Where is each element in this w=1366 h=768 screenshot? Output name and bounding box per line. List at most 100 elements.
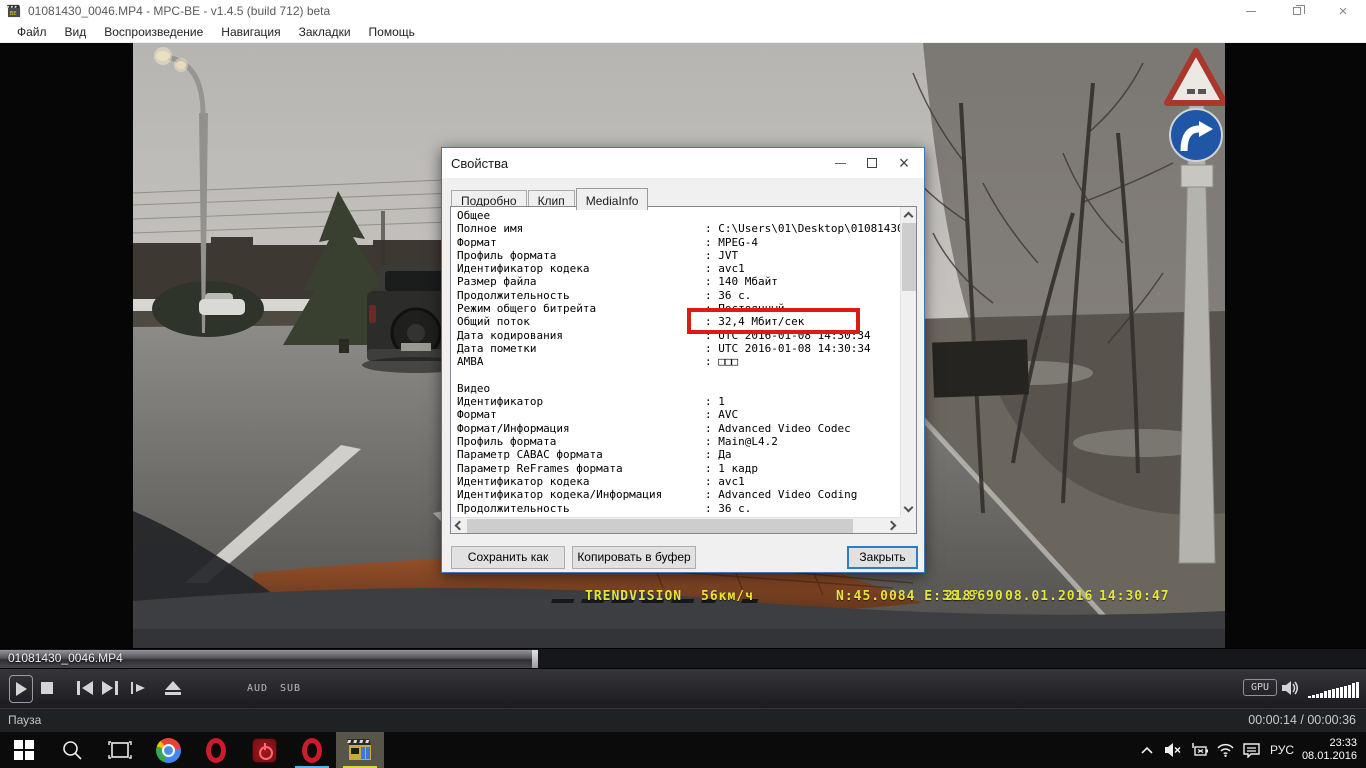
start-button[interactable] — [0, 732, 48, 768]
vertical-scroll-thumb[interactable] — [902, 223, 916, 291]
window-titlebar: BE 01081430_0046.MP4 - MPC-BE - v1.4.5 (… — [0, 0, 1366, 22]
mediainfo-value: : Main@L4.2 — [705, 435, 778, 448]
window-restore-button[interactable] — [1274, 0, 1320, 22]
horizontal-scrollbar[interactable] — [451, 517, 900, 533]
save-as-button[interactable]: Сохранить как — [451, 546, 565, 569]
minimize-icon — [835, 163, 846, 164]
stop-button[interactable] — [41, 682, 53, 694]
frame-step-button[interactable] — [131, 682, 147, 694]
taskbar-opera-2-icon[interactable] — [288, 732, 336, 768]
window-minimize-button[interactable] — [1228, 0, 1274, 22]
scroll-up-icon[interactable] — [904, 212, 914, 222]
seek-thumb[interactable] — [532, 650, 538, 668]
volume-bar[interactable] — [1352, 683, 1355, 698]
play-button[interactable] — [9, 675, 33, 703]
tray-chevron-button[interactable] — [1134, 732, 1160, 768]
dialog-minimize-button[interactable] — [824, 150, 856, 176]
task-view-button[interactable] — [96, 732, 144, 768]
menu-item-2[interactable]: Воспроизведение — [95, 22, 212, 43]
language-indicator[interactable]: РУС — [1264, 743, 1300, 757]
taskbar-search-button[interactable] — [48, 732, 96, 768]
vertical-scrollbar[interactable] — [900, 207, 916, 517]
scroll-down-icon[interactable] — [904, 503, 914, 513]
clock-time: 23:33 — [1300, 737, 1357, 750]
gpu-badge: GPU — [1243, 679, 1277, 696]
volume-bar[interactable] — [1320, 693, 1323, 698]
taskbar-opera-icon[interactable] — [192, 732, 240, 768]
mediainfo-row: Дата пометки: UTC 2016-01-08 14:30:34 — [457, 342, 900, 355]
taskbar-power-app-icon[interactable] — [240, 732, 288, 768]
mediainfo-row: Идентификатор кодека: avc1 — [457, 475, 900, 488]
mediainfo-label: Режим общего битрейта — [457, 302, 705, 315]
mediainfo-row: Продолжительность: 36 с. — [457, 502, 900, 515]
next-button[interactable] — [102, 681, 118, 695]
menu-item-4[interactable]: Закладки — [290, 22, 360, 43]
chevron-up-icon — [1140, 745, 1154, 755]
taskbar-mpc-be-icon[interactable] — [336, 732, 384, 768]
osd-date: 08.01.2016 — [1005, 589, 1093, 604]
mediainfo-row: Размер файла: 140 Мбайт — [457, 275, 900, 288]
mediainfo-row: Идентификатор: 1 — [457, 395, 900, 408]
copy-to-clipboard-button[interactable]: Копировать в буфер — [572, 546, 696, 569]
seekbar-filename: 01081430_0046.MP4 — [8, 651, 123, 665]
close-dialog-button[interactable]: Закрыть — [847, 546, 918, 569]
previous-button[interactable] — [77, 681, 93, 695]
volume-bar[interactable] — [1340, 687, 1343, 698]
volume-bar[interactable] — [1316, 694, 1319, 698]
tray-network-button[interactable] — [1212, 732, 1238, 768]
skip-previous-icon — [77, 681, 93, 695]
volume-bar[interactable] — [1348, 685, 1351, 699]
audio-track-button[interactable]: AUD — [247, 683, 268, 694]
window-close-button[interactable]: × — [1320, 0, 1366, 22]
tray-clock[interactable]: 23:33 08.01.2016 — [1300, 737, 1366, 763]
volume-bars[interactable] — [1308, 679, 1360, 698]
dialog-close-button[interactable]: × — [888, 150, 920, 176]
mediainfo-row: Идентификатор кодека/Информация: Advance… — [457, 488, 900, 501]
subtitle-track-button[interactable]: SUB — [280, 683, 301, 694]
mediainfo-row: AMBA: □□□ — [457, 355, 900, 368]
volume-bar[interactable] — [1312, 695, 1315, 698]
mediainfo-label: Профиль формата — [457, 249, 705, 262]
mediainfo-label: AMBA — [457, 355, 705, 368]
mediainfo-row: Параметр CABAC формата: Да — [457, 448, 900, 461]
volume-bar[interactable] — [1308, 696, 1311, 698]
stop-icon — [41, 682, 53, 694]
mediainfo-value: : 36 с. — [705, 289, 751, 302]
menu-item-0[interactable]: Файл — [8, 22, 56, 43]
mediainfo-value: : Advanced Video Codec — [705, 422, 851, 435]
svg-text:BE: BE — [10, 11, 17, 17]
tab-mediainfo[interactable]: MediaInfo — [576, 188, 649, 210]
taskbar-chrome-icon[interactable] — [144, 732, 192, 768]
mediainfo-label: Полное имя — [457, 222, 705, 235]
volume-bar[interactable] — [1324, 691, 1327, 698]
properties-dialog: Свойства × Подробно Клип MediaInfo Общее… — [441, 147, 925, 573]
volume-bar[interactable] — [1328, 690, 1331, 698]
mediainfo-label — [457, 369, 705, 382]
volume-bar[interactable] — [1336, 688, 1339, 698]
dialog-titlebar: Свойства × — [442, 148, 924, 178]
frame-step-icon — [131, 682, 147, 694]
tray-action-center-button[interactable] — [1238, 732, 1264, 768]
dialog-maximize-button[interactable] — [856, 150, 888, 176]
tray-battery-button[interactable] — [1186, 732, 1212, 768]
menu-item-5[interactable]: Помощь — [360, 22, 424, 43]
scroll-right-icon[interactable] — [887, 521, 897, 531]
tray-volume-button[interactable] — [1160, 732, 1186, 768]
horizontal-scroll-thumb[interactable] — [467, 519, 853, 533]
menu-item-3[interactable]: Навигация — [212, 22, 289, 43]
mediainfo-label: Видео — [457, 382, 705, 395]
eject-button[interactable] — [165, 681, 181, 695]
menu-item-1[interactable]: Вид — [56, 22, 96, 43]
power-app-icon — [252, 738, 277, 763]
mediainfo-value: : AVC — [705, 408, 738, 421]
volume-mute-button[interactable] — [1282, 680, 1300, 696]
volume-bar[interactable] — [1332, 689, 1335, 698]
eject-icon — [165, 681, 181, 695]
volume-bar[interactable] — [1344, 686, 1347, 698]
status-bar: Пауза 00:00:14 / 00:00:36 — [0, 708, 1366, 732]
mediainfo-pane: ОбщееПолное имя: C:\Users\01\Desktop\010… — [450, 206, 917, 534]
volume-bar[interactable] — [1356, 682, 1359, 698]
mediainfo-value: : 1 кадр — [705, 462, 758, 475]
scroll-left-icon[interactable] — [455, 521, 465, 531]
seek-bar[interactable]: 01081430_0046.MP4 — [0, 648, 1366, 668]
